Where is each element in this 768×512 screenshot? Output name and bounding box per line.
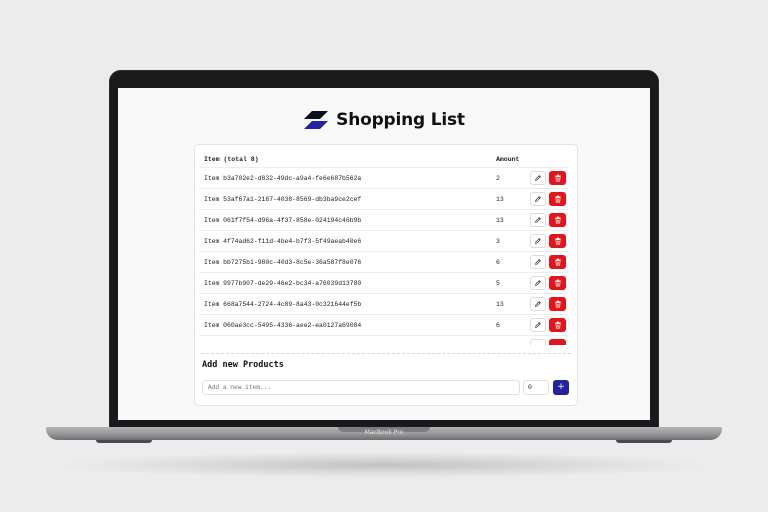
table-row: Item 4f74ad62-f11d-4be4-b7f3-5f49aeab40e… [199,230,569,252]
table-row: Item 53af67a1-2167-4038-8569-db3ba9ce2ce… [199,188,569,210]
edit-button[interactable] [530,297,546,311]
delete-button[interactable] [549,192,566,206]
table-row: Item 061f7f54-d96a-4f37-858e-024194c46b9… [199,209,569,231]
device-label: MacBook Pro [364,429,404,436]
column-header-item: Item (total 8) [204,156,259,163]
item-amount: 13 [496,196,504,203]
table-row: Item b3a702e2-d832-49dc-a9a4-fe6e687b562… [199,167,569,189]
laptop-shadow [60,452,708,478]
delete-button[interactable] [549,318,566,332]
table-row [199,335,569,345]
add-products-title: Add new Products [202,360,284,370]
app-screen: Shopping List Item (total 8) Amount Item… [118,88,650,420]
item-amount: 13 [496,217,504,224]
delete-button[interactable] [549,276,566,290]
item-name: Item 4f74ad62-f11d-4be4-b7f3-5f49aeab40e… [204,238,362,245]
table-row: Item 060ae3cc-5495-4336-aee2-ea0127a6908… [199,314,569,336]
edit-button[interactable] [530,171,546,185]
item-name: Item b3a702e2-d832-49dc-a9a4-fe6e687b562… [204,175,362,182]
item-amount: 6 [496,322,500,329]
shopping-list-card: Item (total 8) Amount Item b3a702e2-d832… [194,144,578,406]
edit-button[interactable] [530,255,546,269]
delete-button[interactable] [549,339,566,345]
delete-button[interactable] [549,213,566,227]
table-header: Item (total 8) Amount [195,151,577,167]
delete-button[interactable] [549,297,566,311]
page-title: Shopping List [336,110,465,130]
edit-button[interactable] [530,213,546,227]
table-row: Item 668a7544-2724-4c89-8a43-0c321644ef5… [199,293,569,315]
parallelogram-logo-icon [304,111,329,129]
column-header-amount: Amount [496,156,520,163]
edit-button[interactable] [530,234,546,248]
add-item-button[interactable]: + [553,380,569,395]
edit-button[interactable] [530,192,546,206]
item-name: Item bb7275b1-980c-40d3-8c5e-36a587f8e07… [204,259,362,266]
delete-button[interactable] [549,171,566,185]
edit-button[interactable] [530,276,546,290]
table-row: Item 9977b907-de29-46e2-bc34-a76039d1378… [199,272,569,294]
edit-button[interactable] [530,339,546,345]
laptop-foot-left [96,440,152,443]
item-name: Item 061f7f54-d96a-4f37-858e-024194c46b9… [204,217,362,224]
quantity-input[interactable] [523,380,549,395]
item-amount: 2 [496,175,500,182]
item-amount: 3 [496,238,500,245]
items-list[interactable]: Item b3a702e2-d832-49dc-a9a4-fe6e687b562… [195,167,577,345]
edit-button[interactable] [530,318,546,332]
item-amount: 13 [496,301,504,308]
item-name: Item 060ae3cc-5495-4336-aee2-ea0127a6908… [204,322,362,329]
table-row: Item bb7275b1-980c-40d3-8c5e-36a587f8e07… [199,251,569,273]
delete-button[interactable] [549,255,566,269]
app-header: Shopping List [118,106,650,134]
item-name: Item 668a7544-2724-4c89-8a43-0c321644ef5… [204,301,362,308]
item-amount: 5 [496,280,500,287]
item-name: Item 9977b907-de29-46e2-bc34-a76039d1378… [204,280,362,287]
item-amount: 6 [496,259,500,266]
laptop-foot-right [616,440,672,443]
delete-button[interactable] [549,234,566,248]
new-item-input[interactable] [202,380,520,395]
section-divider [201,353,571,354]
item-name: Item 53af67a1-2167-4038-8569-db3ba9ce2ce… [204,196,362,203]
